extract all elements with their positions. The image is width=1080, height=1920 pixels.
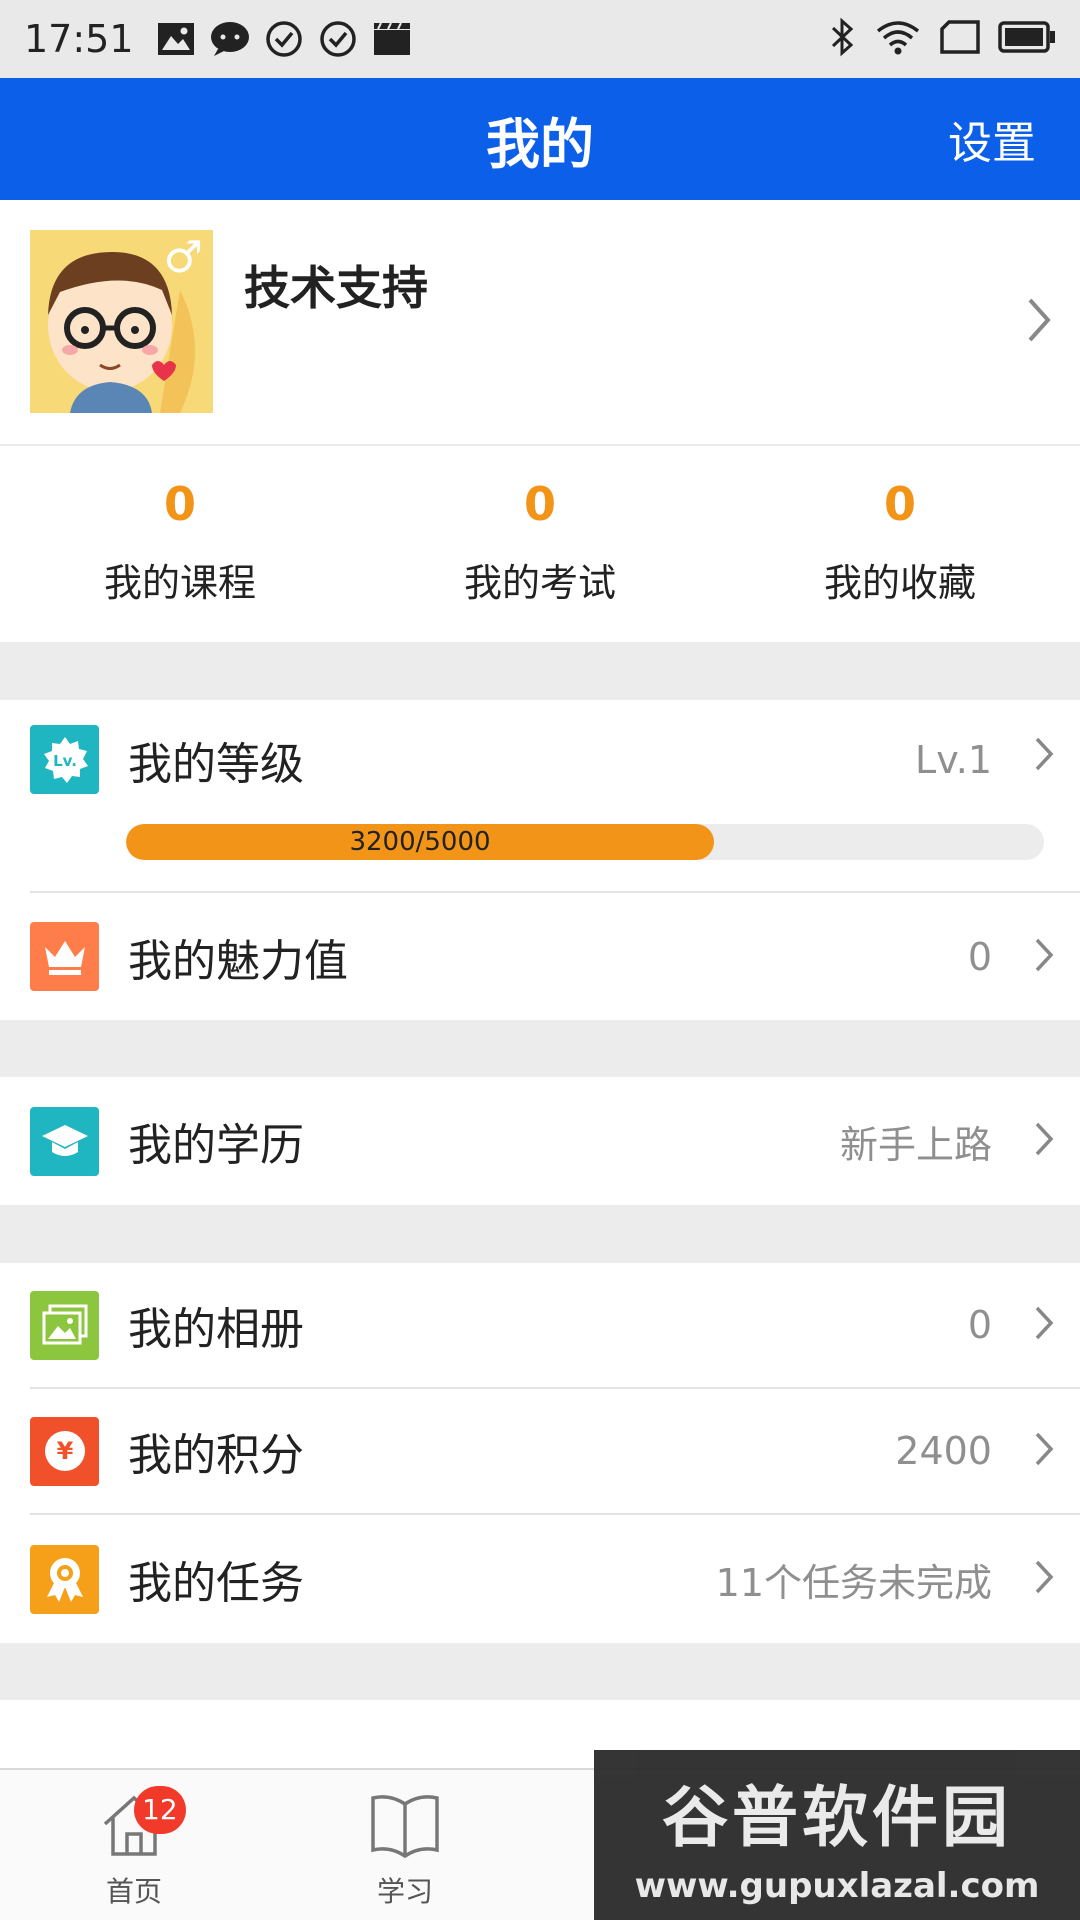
notification-badge: 12 <box>134 1786 186 1834</box>
section-education: 我的学历 新手上路 <box>0 1077 1080 1205</box>
clapperboard-icon <box>372 19 412 59</box>
row-label: 我的魅力值 <box>128 935 348 987</box>
sim-icon <box>940 20 980 58</box>
watermark: 谷普软件园 www.gupuxlazal.com <box>594 1750 1080 1920</box>
battery-icon <box>998 21 1056 57</box>
tab-home[interactable]: 12 首页 <box>64 1786 204 1910</box>
stat-value: 0 <box>523 477 556 531</box>
settings-button[interactable]: 设置 <box>948 78 1036 200</box>
graduation-cap-icon <box>30 1106 99 1176</box>
award-ribbon-icon <box>30 1544 99 1614</box>
section-assets: 我的相册 0 ¥ 我的积分 2400 我的任务 11个任务未完成 <box>0 1263 1080 1643</box>
status-bar: 17:51 <box>0 0 1080 78</box>
chevron-right-icon <box>1026 296 1052 348</box>
chevron-right-icon <box>1034 1121 1054 1161</box>
list-item-charm[interactable]: 我的魅力值 0 <box>0 893 1080 1020</box>
chat-bubble-icon <box>210 19 250 59</box>
row-value: 2400 <box>895 1429 992 1473</box>
stat-label: 我的课程 <box>103 561 256 605</box>
list-item-points[interactable]: ¥ 我的积分 2400 <box>0 1389 1080 1513</box>
book-icon <box>371 1795 439 1859</box>
row-value: 11个任务未完成 <box>715 1560 992 1605</box>
chevron-right-icon <box>1034 1305 1054 1345</box>
row-value: 新手上路 <box>839 1122 992 1167</box>
gender-male-symbol: ♂ <box>163 232 203 283</box>
chevron-right-icon <box>1034 1559 1054 1599</box>
stat-my-favorites[interactable]: 0 我的收藏 <box>720 446 1080 642</box>
stats-row: 0 我的课程 0 我的考试 0 我的收藏 <box>0 446 1080 642</box>
chevron-right-icon <box>1034 937 1054 977</box>
tab-label: 学习 <box>376 1875 433 1908</box>
row-label: 我的相册 <box>128 1304 304 1355</box>
tab-label: 首页 <box>105 1875 162 1908</box>
stat-my-courses[interactable]: 0 我的课程 <box>0 446 360 642</box>
stat-my-exams[interactable]: 0 我的考试 <box>360 446 720 642</box>
wifi-icon <box>874 17 922 61</box>
level-progress-text: 3200/5000 <box>349 827 491 857</box>
row-label: 我的积分 <box>128 1430 304 1481</box>
status-time: 17:51 <box>24 17 134 61</box>
row-label: 我的等级 <box>128 739 304 790</box>
image-icon <box>156 19 196 59</box>
row-label: 我的学历 <box>128 1120 304 1171</box>
tab-study[interactable]: 学习 <box>335 1790 475 1910</box>
profile-name: 技术支持 <box>244 261 428 315</box>
stat-label: 我的考试 <box>463 561 616 605</box>
level-progress-bar: 3200/5000 <box>126 824 1044 860</box>
row-value: Lv.1 <box>915 738 992 782</box>
photo-album-icon <box>30 1290 99 1360</box>
profile-card[interactable]: ♂ 技术支持 <box>0 200 1080 444</box>
avatar[interactable]: ♂ <box>30 230 213 413</box>
chevron-right-icon <box>1034 1431 1054 1471</box>
crown-icon <box>30 922 99 991</box>
list-item-education[interactable]: 我的学历 新手上路 <box>0 1077 1080 1205</box>
page-title: 我的 <box>486 112 594 176</box>
yuan-coin-icon: ¥ <box>30 1416 99 1486</box>
list-item-album[interactable]: 我的相册 0 <box>0 1263 1080 1387</box>
row-value: 0 <box>967 934 992 979</box>
svg-text:Lv.: Lv. <box>53 752 77 770</box>
stat-value: 0 <box>163 477 196 531</box>
stat-value: 0 <box>883 477 916 531</box>
level-badge-icon: Lv. <box>30 725 99 794</box>
bluetooth-icon <box>830 17 856 61</box>
check-circle-icon <box>264 19 304 59</box>
watermark-url: www.gupuxlazal.com <box>634 1866 1040 1906</box>
svg-text:¥: ¥ <box>56 1437 73 1465</box>
check-circle-icon <box>318 19 358 59</box>
row-value: 0 <box>967 1303 992 1347</box>
list-item-tasks[interactable]: 我的任务 11个任务未完成 <box>0 1515 1080 1643</box>
stat-label: 我的收藏 <box>823 561 976 605</box>
watermark-title: 谷普软件园 <box>662 1779 1012 1856</box>
section-level: Lv. 我的等级 Lv.1 3200/5000 我的魅力值 0 <box>0 700 1080 1020</box>
chevron-right-icon <box>1034 736 1054 776</box>
row-label: 我的任务 <box>128 1558 304 1609</box>
app-header: 我的 设置 <box>0 78 1080 200</box>
list-item-level[interactable]: Lv. 我的等级 Lv.1 <box>0 700 1080 820</box>
